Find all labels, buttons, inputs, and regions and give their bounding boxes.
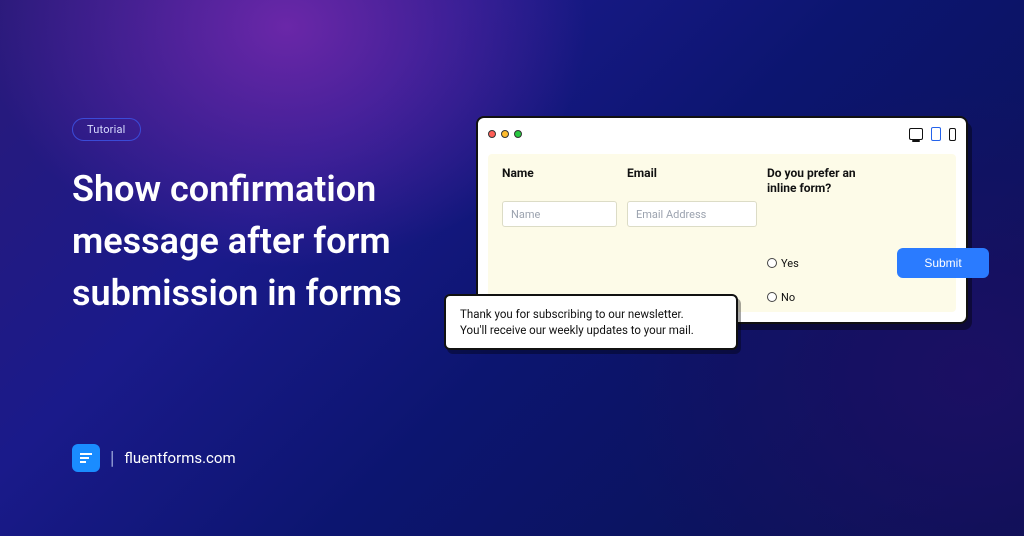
brand-separator: | xyxy=(110,448,114,469)
radio-icon xyxy=(767,258,777,268)
form-preview-window: Name Name Email Email Address Do you pre… xyxy=(476,116,968,324)
tablet-icon[interactable] xyxy=(931,127,941,141)
headline-block: Tutorial Show confirmation message after… xyxy=(72,118,492,320)
brand-lockup: | fluentforms.com xyxy=(72,444,236,472)
desktop-icon[interactable] xyxy=(909,128,923,140)
form-panel: Name Name Email Email Address Do you pre… xyxy=(488,154,956,312)
brand-text: fluentforms.com xyxy=(124,449,235,467)
radio-yes-label: Yes xyxy=(781,257,799,270)
name-field[interactable]: Name xyxy=(502,201,617,227)
email-label: Email xyxy=(627,166,757,197)
radio-yes[interactable]: Yes xyxy=(767,248,887,278)
toast-line-2: You'll receive our weekly updates to you… xyxy=(460,322,722,338)
radio-no-label: No xyxy=(781,291,795,304)
maximize-icon xyxy=(514,130,522,138)
radio-icon xyxy=(767,292,777,302)
name-label: Name xyxy=(502,166,617,197)
preference-question: Do you prefer an inline form? xyxy=(767,166,887,244)
toast-line-1: Thank you for subscribing to our newslet… xyxy=(460,306,722,322)
close-icon xyxy=(488,130,496,138)
window-titlebar xyxy=(478,118,966,150)
mobile-icon[interactable] xyxy=(949,128,956,141)
traffic-lights xyxy=(488,130,522,138)
email-field[interactable]: Email Address xyxy=(627,201,757,227)
category-badge: Tutorial xyxy=(72,118,141,141)
device-switcher xyxy=(909,127,956,141)
brand-logo-icon xyxy=(72,444,100,472)
radio-no[interactable]: No xyxy=(767,282,887,312)
minimize-icon xyxy=(501,130,509,138)
promo-canvas: Tutorial Show confirmation message after… xyxy=(0,0,1024,536)
page-title: Show confirmation message after form sub… xyxy=(72,163,492,320)
submit-button[interactable]: Submit xyxy=(897,248,989,278)
confirmation-toast: Thank you for subscribing to our newslet… xyxy=(444,294,738,350)
